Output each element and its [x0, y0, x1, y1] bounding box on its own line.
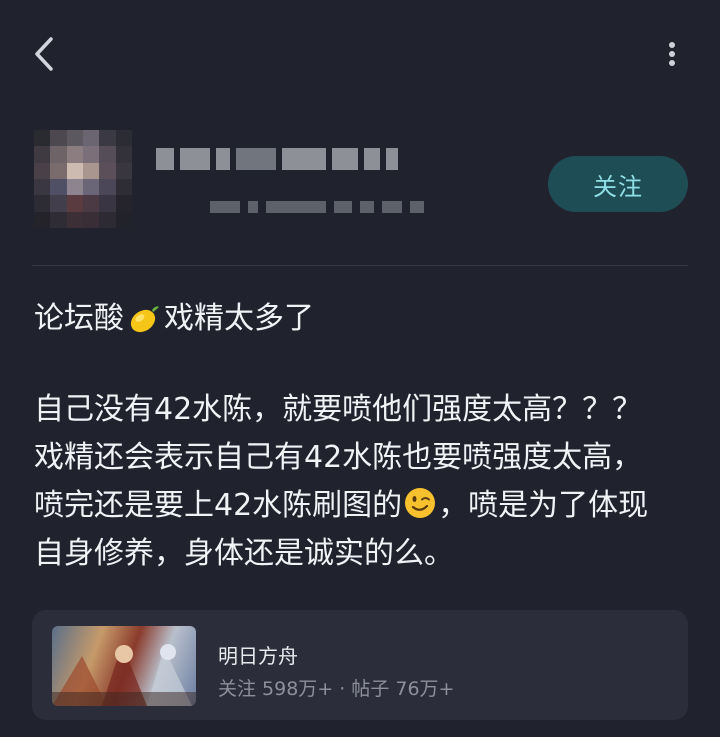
- more-options-button[interactable]: [660, 36, 684, 72]
- forum-thumbnail: [52, 626, 196, 706]
- wink-icon: [405, 488, 436, 518]
- lemon-icon: [130, 306, 159, 333]
- more-dot-icon: [669, 42, 675, 48]
- post-body: 自己没有42水陈，就要喷他们强度太高？？？ 戏精还会表示自己有42水陈也要喷强度…: [34, 386, 694, 578]
- forum-stats: 关注 598万+ · 帖子 76万+: [218, 678, 455, 700]
- post-title-prefix: 论坛酸: [34, 301, 124, 336]
- body-line: 自身修养，身体还是诚实的么。: [34, 536, 454, 571]
- post-meta-redacted: [210, 200, 424, 214]
- forum-artwork: [52, 644, 196, 706]
- avatar[interactable]: [34, 130, 132, 228]
- divider: [32, 265, 688, 266]
- body-line-part: ，喷是为了体现: [438, 488, 649, 523]
- chevron-left-icon: [35, 37, 53, 71]
- post-title: 论坛酸 戏精太多了: [34, 296, 690, 342]
- body-line: 喷完还是要上42水陈刷图的 ，喷是为了体现: [34, 482, 694, 530]
- back-button[interactable]: [24, 30, 64, 78]
- forum-card[interactable]: 明日方舟 关注 598万+ · 帖子 76万+: [32, 610, 688, 720]
- follow-button[interactable]: 关注: [548, 156, 688, 212]
- forum-name: 明日方舟: [218, 644, 298, 668]
- more-dot-icon: [669, 51, 675, 57]
- body-line: 戏精还会表示自己有42水陈也要喷强度太高，: [34, 440, 643, 475]
- post-detail-page: 关注 论坛酸 戏精太多了 自己没有42水陈，就要喷他们强度太高？？？ 戏精还会表…: [0, 0, 720, 737]
- username-redacted[interactable]: [156, 146, 398, 172]
- post-title-suffix: 戏精太多了: [164, 301, 314, 336]
- more-dot-icon: [669, 60, 675, 66]
- body-line-part: 喷完还是要上42水陈刷图的: [34, 488, 403, 523]
- body-line: 自己没有42水陈，就要喷他们强度太高？？？: [34, 392, 643, 427]
